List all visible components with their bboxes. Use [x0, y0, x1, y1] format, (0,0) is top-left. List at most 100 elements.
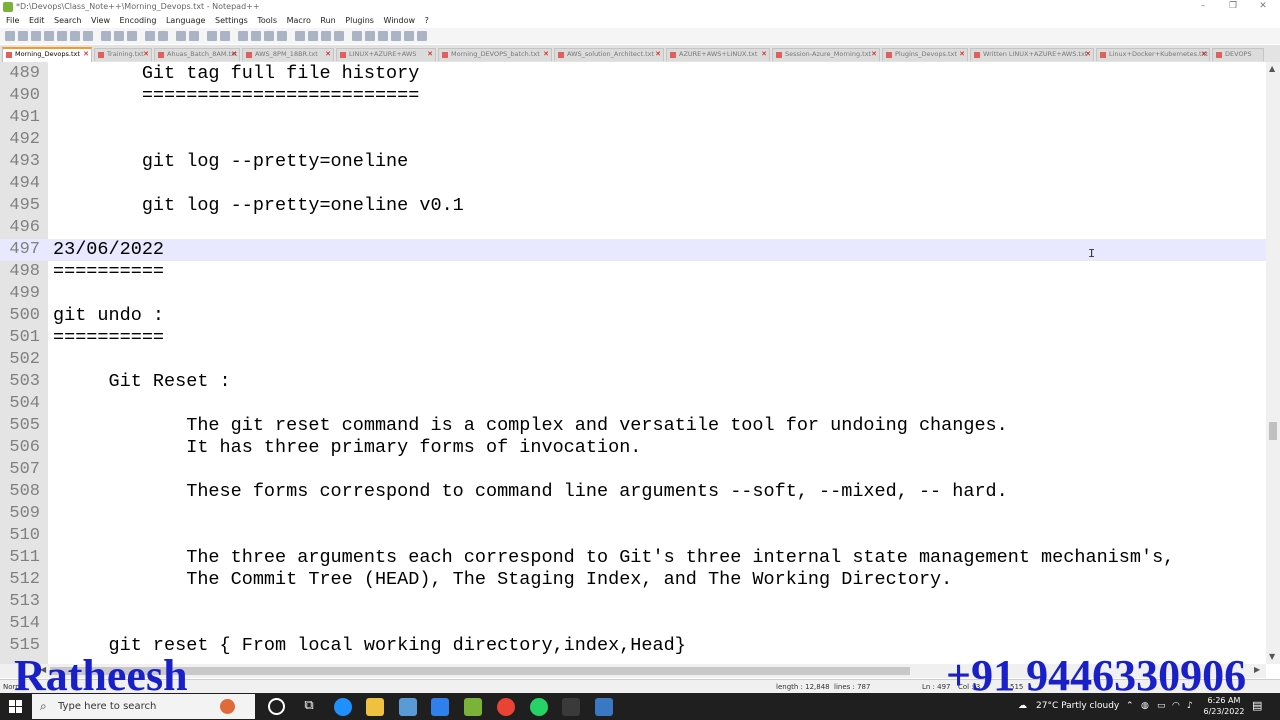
network-icon[interactable]: ◍	[1141, 701, 1149, 711]
new-file-icon[interactable]	[5, 31, 15, 41]
mail-icon[interactable]	[431, 698, 449, 716]
tab-ahuas-batch[interactable]: Ahuas_Batch_8AM.txt ✕	[154, 48, 240, 61]
close-tab-icon[interactable]: ✕	[655, 50, 661, 58]
close-tab-icon[interactable]: ✕	[959, 50, 965, 58]
replace-icon[interactable]	[189, 31, 199, 41]
copy-icon[interactable]	[114, 31, 124, 41]
close-tab-icon[interactable]: ✕	[83, 50, 89, 58]
editor-line[interactable]: 510	[0, 525, 1266, 547]
menu-search[interactable]: Search	[53, 14, 82, 27]
paste-icon[interactable]	[127, 31, 137, 41]
save-macro-icon[interactable]	[417, 31, 427, 41]
scroll-down-icon[interactable]: ▼	[1269, 652, 1275, 661]
find-icon[interactable]	[176, 31, 186, 41]
indent-guide-icon[interactable]	[277, 31, 287, 41]
close-tab-icon[interactable]: ✕	[1201, 50, 1207, 58]
menu-file[interactable]: File	[5, 14, 20, 27]
editor-line[interactable]: 495 git log --pretty=oneline v0.1	[0, 195, 1266, 217]
editor-line[interactable]: 491	[0, 107, 1266, 129]
tab-linux-docker-k8s[interactable]: Linux+Docker+Kubernetes.txt ✕	[1096, 48, 1210, 61]
open-file-icon[interactable]	[18, 31, 28, 41]
microsoft-store-icon[interactable]	[399, 698, 417, 716]
menu-view[interactable]: View	[90, 14, 111, 27]
volume-icon[interactable]: ♪	[1187, 701, 1193, 711]
close-tab-icon[interactable]: ✕	[1085, 50, 1091, 58]
editor-line[interactable]: 511 The three arguments each correspond …	[0, 547, 1266, 569]
edge-browser-icon[interactable]	[334, 698, 352, 716]
tab-written-linux[interactable]: Written LINUX+AZURE+AWS.txt ✕	[970, 48, 1094, 61]
close-button[interactable]: ✕	[1248, 1, 1278, 11]
menu-help[interactable]: ?	[424, 14, 430, 27]
task-view-icon[interactable]: ⧉	[300, 698, 318, 716]
maximize-button[interactable]: ❐	[1218, 1, 1248, 11]
wifi-icon[interactable]: ◠	[1172, 701, 1180, 711]
zoom-meeting-icon[interactable]	[562, 698, 580, 716]
vertical-scrollbar[interactable]: ▲ ▼	[1266, 62, 1280, 664]
menu-window[interactable]: Window	[382, 14, 416, 27]
word-wrap-icon[interactable]	[251, 31, 261, 41]
windows-start-icon[interactable]	[9, 700, 22, 713]
current-line[interactable]: 497 23/06/2022	[0, 239, 1266, 261]
notepadpp-taskbar-icon[interactable]	[464, 698, 482, 716]
menu-run[interactable]: Run	[319, 14, 336, 27]
editor-line[interactable]: 506 It has three primary forms of invoca…	[0, 437, 1266, 459]
scroll-right-icon[interactable]: ▶	[1254, 665, 1260, 674]
monitoring-icon[interactable]	[352, 31, 362, 41]
editor-line[interactable]: 509	[0, 503, 1266, 525]
editor-line[interactable]: 490 =========================	[0, 85, 1266, 107]
menu-plugins[interactable]: Plugins	[344, 14, 375, 27]
run-macro-multiple-icon[interactable]	[404, 31, 414, 41]
file-explorer-icon[interactable]	[366, 698, 384, 716]
tray-overflow-icon[interactable]: ⌃	[1126, 701, 1134, 711]
record-macro-icon[interactable]	[365, 31, 375, 41]
tab-morning-devops[interactable]: Morning_Devops.txt ✕	[2, 47, 92, 62]
tab-devops[interactable]: DEVOPS	[1212, 48, 1264, 61]
editor-line[interactable]: 498 ==========	[0, 261, 1266, 283]
close-tab-icon[interactable]: ✕	[427, 50, 433, 58]
redo-icon[interactable]	[158, 31, 168, 41]
language-icon[interactable]	[295, 31, 305, 41]
tab-aws-solution-architect[interactable]: AWS_solution_Architect.txt ✕	[554, 48, 664, 61]
editor-line[interactable]: 505 The git reset command is a complex a…	[0, 415, 1266, 437]
doc-map-icon[interactable]	[308, 31, 318, 41]
close-tab-icon[interactable]: ✕	[543, 50, 549, 58]
menu-settings[interactable]: Settings	[214, 14, 249, 27]
close-file-icon[interactable]	[57, 31, 67, 41]
editor-line[interactable]: 492	[0, 129, 1266, 151]
editor-line[interactable]: 493 git log --pretty=oneline	[0, 151, 1266, 173]
search-highlight-icon[interactable]	[220, 699, 235, 714]
cut-icon[interactable]	[101, 31, 111, 41]
editor-line[interactable]: 502	[0, 349, 1266, 371]
whatsapp-icon[interactable]	[530, 698, 548, 716]
close-tab-icon[interactable]: ✕	[761, 50, 767, 58]
sync-scroll-icon[interactable]	[238, 31, 248, 41]
stop-macro-icon[interactable]	[378, 31, 388, 41]
tab-morning-devops-batch[interactable]: Morning_DEVOPS_batch.txt ✕	[438, 48, 552, 61]
editor-line[interactable]: 501 ==========	[0, 327, 1266, 349]
minimize-button[interactable]: –	[1188, 1, 1218, 11]
editor-line[interactable]: 494	[0, 173, 1266, 195]
editor-line[interactable]: 512 The Commit Tree (HEAD), The Staging …	[0, 569, 1266, 591]
zoom-in-icon[interactable]	[207, 31, 217, 41]
folder-workspace-icon[interactable]	[334, 31, 344, 41]
print-icon[interactable]	[83, 31, 93, 41]
weather-icon[interactable]: ☁	[1018, 701, 1027, 711]
editor-line[interactable]: 514	[0, 613, 1266, 635]
app-window-icon[interactable]	[595, 698, 613, 716]
play-macro-icon[interactable]	[391, 31, 401, 41]
menu-encoding[interactable]: Encoding	[119, 14, 158, 27]
editor-line[interactable]: 507	[0, 459, 1266, 481]
editor-line[interactable]: 496	[0, 217, 1266, 239]
function-list-icon[interactable]	[321, 31, 331, 41]
scroll-up-icon[interactable]: ▲	[1269, 64, 1275, 73]
text-editor[interactable]: 489 Git tag full file history 490 ======…	[0, 62, 1266, 664]
chrome-icon[interactable]	[497, 698, 515, 716]
tab-azure-aws-linux[interactable]: AZURE+AWS+LINUX.txt ✕	[666, 48, 770, 61]
editor-line[interactable]: 499	[0, 283, 1266, 305]
notification-center-icon[interactable]: ▤	[1252, 699, 1262, 712]
undo-icon[interactable]	[145, 31, 155, 41]
save-all-icon[interactable]	[44, 31, 54, 41]
editor-line[interactable]: 500 git undo :	[0, 305, 1266, 327]
close-tab-icon[interactable]: ✕	[325, 50, 331, 58]
save-icon[interactable]	[31, 31, 41, 41]
